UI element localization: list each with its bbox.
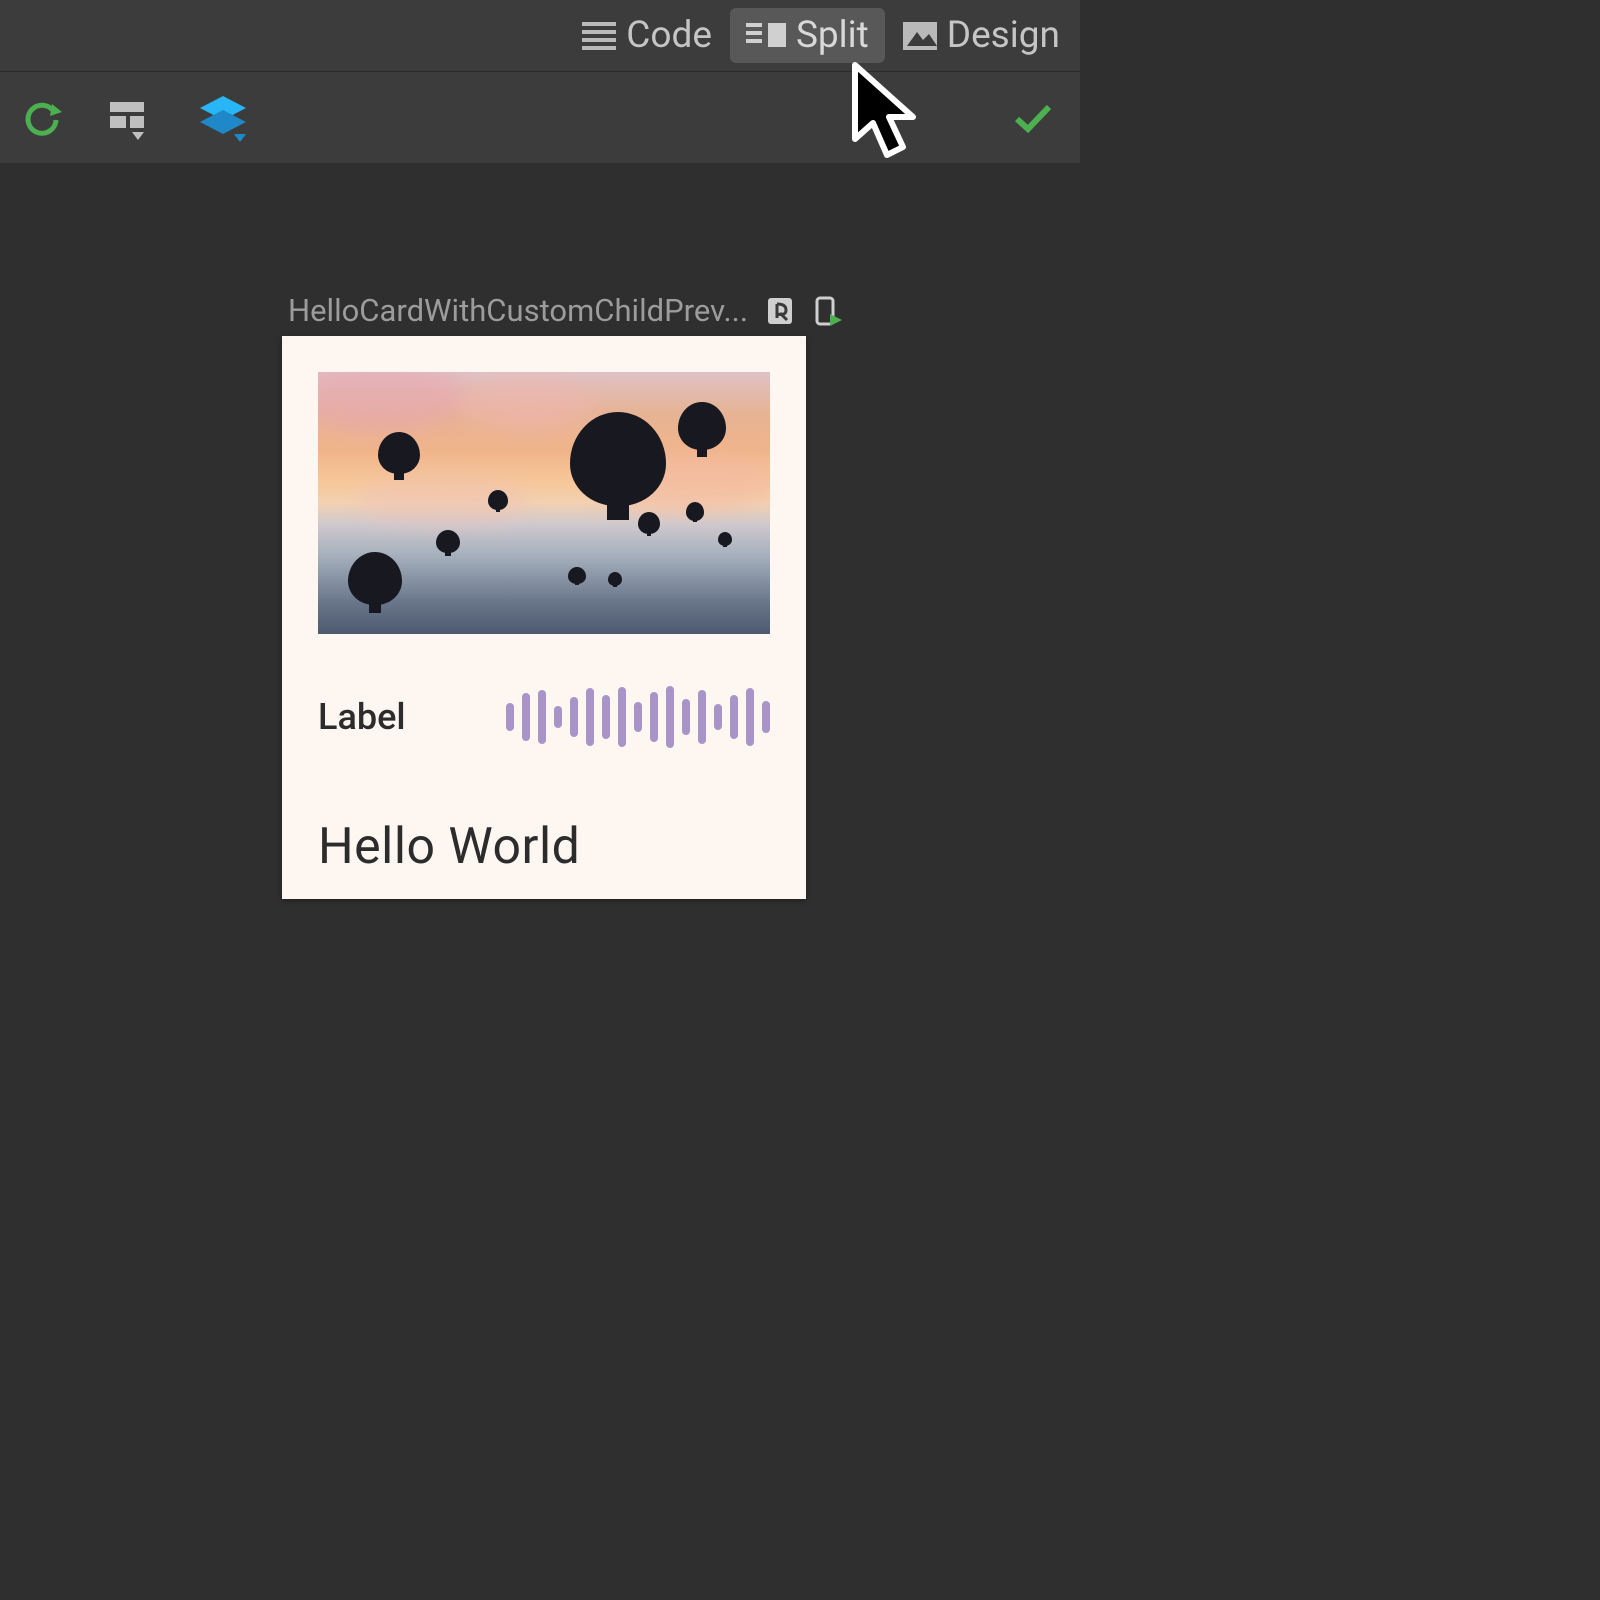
view-mode-code-label: Code	[626, 14, 712, 57]
layers-icon	[198, 94, 248, 142]
view-mode-bar: Code Split Design	[0, 0, 1080, 72]
card-image	[318, 372, 770, 634]
card-label: Label	[318, 696, 406, 738]
status-ok[interactable]	[1014, 103, 1052, 133]
card-title: Hello World	[318, 818, 770, 876]
preview-name: HelloCardWithCustomChildPrev...	[288, 292, 748, 329]
card-label-row: Label	[318, 686, 770, 748]
view-mode-design-label: Design	[947, 14, 1060, 57]
refresh-icon	[22, 98, 62, 138]
image-icon	[903, 22, 937, 50]
surface-select-icon	[108, 96, 152, 140]
view-mode-design[interactable]: Design	[887, 8, 1076, 63]
design-canvas[interactable]: HelloCardWithCustomChildPrev...	[0, 163, 1080, 1080]
waveform-icon	[506, 686, 770, 748]
preview-card[interactable]: Label Hello World	[282, 336, 806, 899]
ok-check-icon	[1014, 103, 1052, 133]
split-icon	[746, 21, 786, 51]
view-mode-code[interactable]: Code	[566, 8, 728, 63]
refresh-button[interactable]	[22, 98, 62, 138]
preview-header: HelloCardWithCustomChildPrev...	[288, 292, 842, 329]
surface-select-button[interactable]	[108, 96, 152, 140]
view-mode-split[interactable]: Split	[730, 8, 885, 63]
interactive-preview-icon[interactable]	[766, 296, 794, 326]
lines-icon	[582, 21, 616, 51]
run-on-device-icon[interactable]	[814, 296, 842, 326]
view-mode-split-label: Split	[796, 14, 869, 57]
preview-toolbar	[0, 72, 1080, 163]
layers-button[interactable]	[198, 94, 248, 142]
